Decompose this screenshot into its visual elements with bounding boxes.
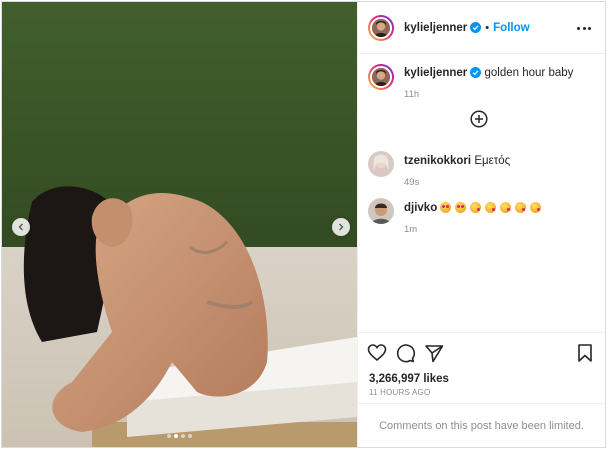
carousel-dot bbox=[174, 434, 178, 438]
kiss-emoji-icon bbox=[530, 202, 542, 213]
verified-badge-icon bbox=[470, 22, 482, 33]
separator-bullet: • bbox=[485, 21, 490, 34]
commenter-avatar[interactable] bbox=[368, 198, 394, 224]
post-media[interactable] bbox=[2, 2, 357, 447]
kiss-emoji-icon bbox=[515, 202, 527, 213]
verified-badge-icon bbox=[470, 67, 482, 78]
comment-age: 49s bbox=[404, 177, 420, 188]
caption-avatar[interactable] bbox=[368, 64, 394, 90]
comment-username[interactable]: tzenikokkori bbox=[404, 155, 471, 167]
heart-eyes-emoji-icon bbox=[455, 202, 467, 213]
carousel-dot bbox=[181, 434, 185, 438]
kiss-emoji-icon bbox=[470, 202, 482, 213]
comment-row: djivko 1m bbox=[368, 198, 545, 237]
author-avatar[interactable] bbox=[368, 14, 394, 41]
post-time[interactable]: 11 HOURS AGO bbox=[369, 388, 430, 397]
heart-icon[interactable] bbox=[367, 343, 387, 363]
kiss-emoji-icon bbox=[500, 202, 512, 213]
carousel-dot bbox=[188, 434, 192, 438]
follow-button[interactable]: Follow bbox=[493, 22, 529, 34]
comment-emojis bbox=[440, 202, 545, 214]
caption-username[interactable]: kylieljenner bbox=[404, 67, 467, 79]
plus-circle-icon[interactable] bbox=[470, 110, 488, 128]
carousel-indicator bbox=[2, 434, 357, 438]
carousel-prev-button[interactable] bbox=[12, 218, 30, 236]
post-actions: 3,266,997 likes 11 HOURS AGO bbox=[358, 332, 605, 407]
comment-row: tzenikokkori Εμετός 49s bbox=[368, 151, 510, 190]
post-header: kylieljenner • Follow bbox=[358, 2, 605, 54]
caption-text: golden hour baby bbox=[484, 67, 574, 79]
comment-text: Εμετός bbox=[474, 155, 511, 167]
send-icon[interactable] bbox=[424, 343, 444, 363]
instagram-post: kylieljenner • Follow kylieljenner golde… bbox=[1, 1, 606, 448]
author-username[interactable]: kylieljenner bbox=[404, 22, 467, 34]
caption-row: kylieljenner golden hour baby 11h bbox=[368, 64, 573, 102]
chevron-right-icon bbox=[339, 223, 344, 231]
carousel-dot bbox=[167, 434, 171, 438]
comments-limited-notice: Comments on this post have been limited. bbox=[358, 403, 605, 447]
comment-age: 1m bbox=[404, 224, 418, 235]
post-side-panel: kylieljenner • Follow kylieljenner golde… bbox=[357, 2, 605, 447]
kiss-emoji-icon bbox=[485, 202, 497, 213]
comment-icon[interactable] bbox=[395, 343, 415, 363]
likes-count[interactable]: 3,266,997 likes bbox=[369, 373, 449, 385]
commenter-avatar[interactable] bbox=[368, 151, 394, 177]
bookmark-icon[interactable] bbox=[575, 343, 595, 363]
more-options-icon[interactable] bbox=[577, 22, 591, 34]
chevron-left-icon bbox=[18, 223, 23, 231]
caption-age: 11h bbox=[404, 89, 420, 100]
comments-section: kylieljenner golden hour baby 11h tzenik… bbox=[358, 54, 605, 332]
post-photo bbox=[2, 2, 357, 447]
comment-username[interactable]: djivko bbox=[404, 202, 437, 214]
carousel-next-button[interactable] bbox=[332, 218, 350, 236]
heart-eyes-emoji-icon bbox=[440, 202, 452, 213]
